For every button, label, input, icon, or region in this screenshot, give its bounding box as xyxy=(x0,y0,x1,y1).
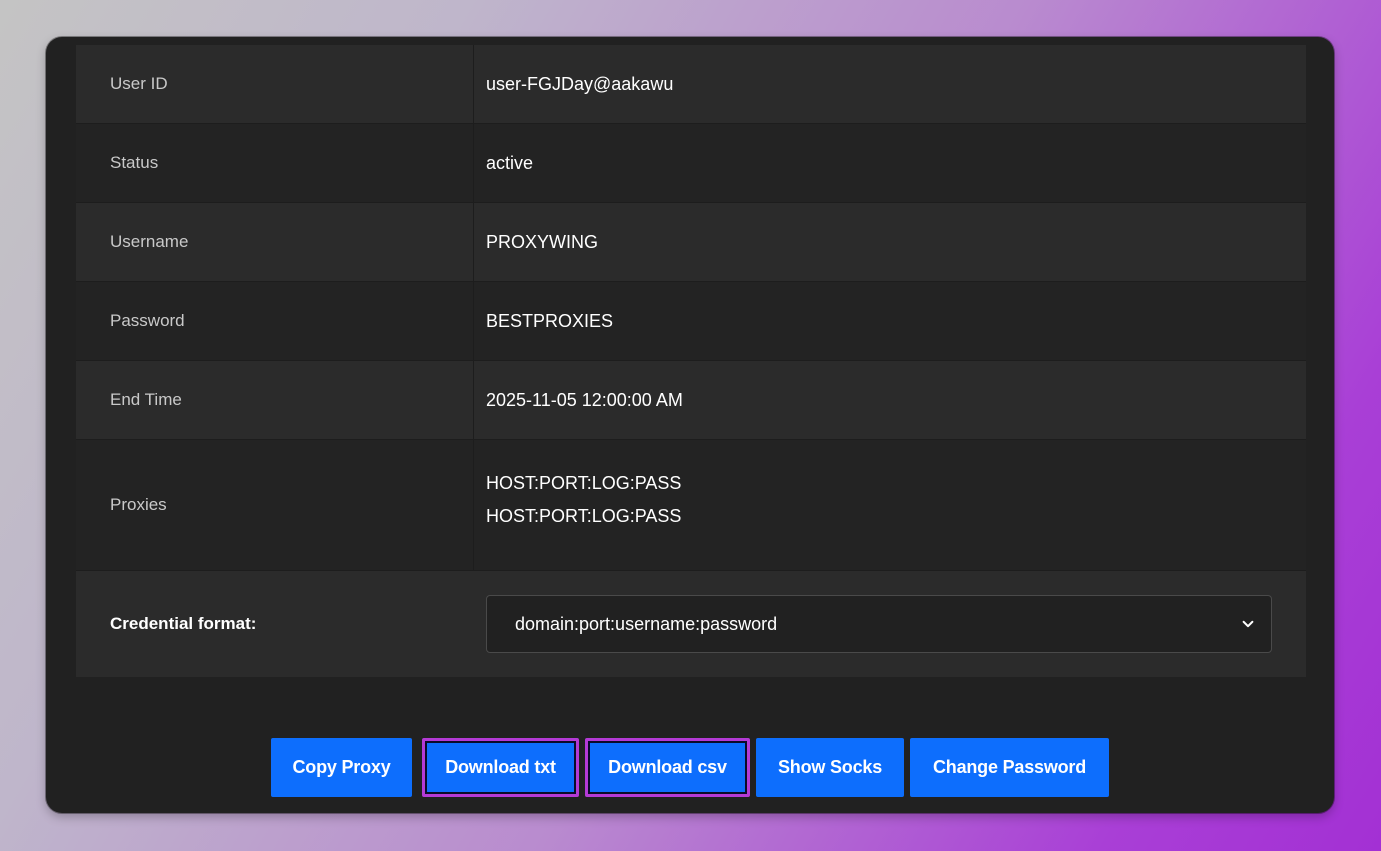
download-txt-button[interactable]: Download txt xyxy=(422,738,579,797)
chevron-down-icon xyxy=(1242,620,1254,628)
proxies-label: Proxies xyxy=(76,440,474,570)
credential-format-cell: domain:port:username:password xyxy=(474,571,1306,677)
status-value: active xyxy=(486,152,534,173)
password-label: Password xyxy=(76,282,474,360)
details-table: User ID user-FGJDay@aakawu Status active… xyxy=(76,45,1306,677)
table-row-username: Username PROXYWING xyxy=(76,203,1306,282)
status-label: Status xyxy=(76,124,474,202)
table-row-status: Status active xyxy=(76,124,1306,203)
password-value: BESTPROXIES xyxy=(486,310,614,331)
table-row-user-id: User ID user-FGJDay@aakawu xyxy=(76,45,1306,124)
user-id-label: User ID xyxy=(76,45,474,123)
table-row-end-time: End Time 2025-11-05 12:00:00 AM xyxy=(76,361,1306,440)
table-row-password: Password BESTPROXIES xyxy=(76,282,1306,361)
action-buttons: Copy Proxy Download txt Download csv Sho… xyxy=(46,738,1334,797)
copy-proxy-button[interactable]: Copy Proxy xyxy=(271,738,412,797)
proxy-details-panel: User ID user-FGJDay@aakawu Status active… xyxy=(46,37,1334,813)
credential-format-row: Credential format: domain:port:username:… xyxy=(76,571,1306,677)
proxies-list: HOST:PORT:LOG:PASS HOST:PORT:LOG:PASS xyxy=(474,440,1306,570)
change-password-button[interactable]: Change Password xyxy=(910,738,1109,797)
credential-format-selected: domain:port:username:password xyxy=(515,613,778,634)
end-time-label: End Time xyxy=(76,361,474,439)
username-label: Username xyxy=(76,203,474,281)
download-csv-button[interactable]: Download csv xyxy=(585,738,750,797)
proxy-line: HOST:PORT:LOG:PASS xyxy=(486,473,682,493)
proxy-line: HOST:PORT:LOG:PASS xyxy=(486,506,682,526)
table-row-proxies: Proxies HOST:PORT:LOG:PASS HOST:PORT:LOG… xyxy=(76,440,1306,571)
show-socks-button[interactable]: Show Socks xyxy=(756,738,904,797)
end-time-value: 2025-11-05 12:00:00 AM xyxy=(486,389,683,410)
user-id-value: user-FGJDay@aakawu xyxy=(486,73,674,94)
username-value: PROXYWING xyxy=(486,231,599,252)
credential-format-label: Credential format: xyxy=(110,614,257,633)
credential-format-select[interactable]: domain:port:username:password xyxy=(486,595,1272,653)
